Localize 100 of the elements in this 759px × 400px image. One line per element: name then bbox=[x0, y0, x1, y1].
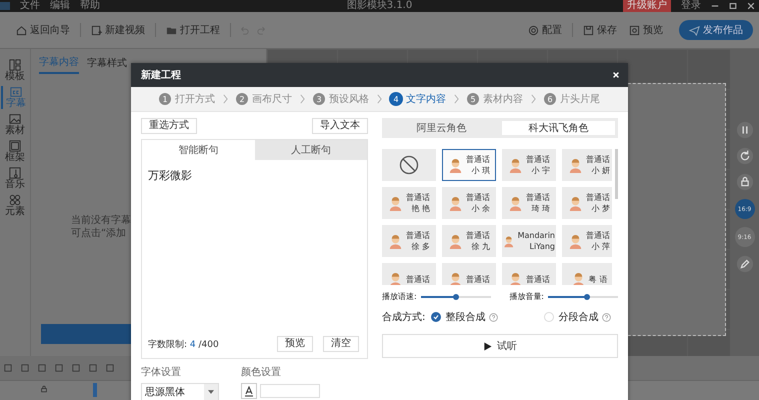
avatar-icon bbox=[448, 196, 463, 210]
step-number[interactable]: 5 bbox=[467, 93, 479, 105]
voice-option[interactable]: 普通话 艳 艳 bbox=[382, 187, 436, 219]
voice-option[interactable]: 普通话 小 宇 bbox=[502, 149, 556, 181]
color-field[interactable] bbox=[260, 384, 320, 398]
voice-option[interactable]: Mandarin LiYang bbox=[502, 225, 556, 257]
preview-icon bbox=[629, 24, 640, 36]
timeline-tool-icon[interactable] bbox=[89, 364, 97, 372]
pencil-icon[interactable] bbox=[736, 255, 754, 273]
toolbar-button[interactable]: 新建视频 bbox=[89, 21, 147, 39]
timeline-tool-icon[interactable] bbox=[38, 364, 46, 372]
help-icon[interactable] bbox=[489, 312, 498, 322]
slider-label: 播放语速: bbox=[382, 291, 417, 302]
wizard-step[interactable]: 预设风格 bbox=[329, 92, 369, 106]
voice-option[interactable]: 普通话 琦 琦 bbox=[502, 187, 556, 219]
close-icon[interactable] bbox=[747, 2, 755, 10]
voice-option[interactable]: 普通话 bbox=[442, 263, 496, 285]
sidebar-item[interactable]: 框架 bbox=[1, 140, 29, 163]
voice-option[interactable]: 普通话 小 萍 bbox=[562, 225, 612, 257]
voice-language: 普通话 bbox=[466, 274, 490, 284]
voice-language: 普通话 bbox=[406, 274, 430, 284]
voice-name: 小 余 bbox=[471, 203, 490, 214]
layout-icon bbox=[9, 59, 21, 71]
step-number[interactable]: 1 bbox=[159, 93, 171, 105]
synthesis-option[interactable]: 整段合成 bbox=[445, 310, 486, 324]
wizard-step[interactable]: 打开方式 bbox=[175, 92, 215, 106]
voice-name: 徐 九 bbox=[471, 241, 490, 252]
font-color-icon[interactable] bbox=[241, 383, 257, 399]
refresh-icon[interactable] bbox=[736, 147, 754, 165]
toolbar-button[interactable]: 打开工程 bbox=[164, 21, 222, 39]
clear-button[interactable]: 清空 bbox=[323, 336, 359, 352]
menu-item[interactable]: 编辑 bbox=[50, 0, 70, 12]
sidebar-item[interactable]: 模板 bbox=[1, 59, 29, 82]
voice-provider-tab[interactable]: 科大讯飞角色 bbox=[502, 121, 615, 135]
sidebar-item[interactable]: 音乐 bbox=[1, 167, 29, 190]
voice-option[interactable]: 普通话 小 琪 bbox=[442, 149, 496, 181]
synthesis-option[interactable]: 分段合成 bbox=[558, 310, 598, 324]
window-title: 图影模块3.1.0 bbox=[346, 0, 412, 12]
timeline-tool-icon[interactable] bbox=[106, 364, 114, 372]
step-number[interactable]: 6 bbox=[544, 93, 556, 105]
voice-provider-tab[interactable]: 阿里云角色 bbox=[385, 121, 498, 135]
voice-language: 普通话 bbox=[466, 230, 490, 241]
listen-button[interactable]: 试听 bbox=[382, 334, 618, 358]
lock-icon[interactable] bbox=[40, 385, 48, 393]
wizard-step[interactable]: 文字内容 bbox=[406, 92, 446, 106]
voice-language: 普通话 bbox=[526, 154, 550, 165]
help-icon[interactable] bbox=[602, 312, 612, 322]
caption-icon bbox=[10, 86, 22, 98]
slider-thumb[interactable] bbox=[452, 294, 459, 300]
voice-option[interactable]: 普通话 小 余 bbox=[442, 187, 496, 219]
toolbar-button[interactable]: 预览 bbox=[627, 21, 665, 39]
maximize-icon[interactable] bbox=[729, 2, 737, 10]
import-text-button[interactable]: 导入文本 bbox=[312, 118, 368, 134]
toolbar-button[interactable]: 配置 bbox=[526, 21, 564, 39]
step-number[interactable]: 2 bbox=[236, 93, 248, 105]
voice-option[interactable]: 普通话 小 妍 bbox=[562, 149, 612, 181]
lock-icon[interactable] bbox=[736, 173, 754, 191]
empty-message: 可点击“添加 bbox=[71, 227, 128, 240]
voice-option[interactable]: 粤 语 bbox=[562, 263, 612, 285]
voice-language: 普通话 bbox=[406, 230, 430, 241]
wizard-step[interactable]: 片头片尾 bbox=[560, 92, 600, 106]
toolbar-button[interactable]: 保存 bbox=[581, 21, 619, 39]
wizard-step[interactable]: 画布尺寸 bbox=[252, 92, 292, 106]
caret-icon bbox=[208, 390, 214, 394]
panel-tab[interactable]: 字幕样式 bbox=[87, 53, 127, 74]
pause-icon[interactable] bbox=[736, 121, 754, 139]
menu-item[interactable]: 帮助 bbox=[80, 0, 100, 12]
synthesis-label: 合成方式: bbox=[382, 310, 426, 324]
sidebar-item[interactable]: 元素 bbox=[1, 194, 29, 217]
sidebar-item[interactable]: 素材 bbox=[1, 113, 29, 136]
voice-option[interactable]: 普通话 徐 九 bbox=[442, 225, 496, 257]
toolbar-button[interactable]: 返回向导 bbox=[14, 21, 72, 39]
voice-language: Mandarin bbox=[518, 230, 555, 241]
timeline-tool-icon[interactable] bbox=[55, 364, 63, 372]
step-number[interactable]: 4 bbox=[390, 93, 402, 105]
preview-button[interactable]: 预览 bbox=[277, 336, 313, 352]
avatar-icon bbox=[448, 158, 463, 172]
radio-button[interactable] bbox=[431, 312, 442, 322]
login-link[interactable]: 登录 bbox=[681, 0, 701, 12]
timeline-tool-icon[interactable] bbox=[72, 364, 80, 372]
voice-option[interactable]: 普通话 bbox=[502, 263, 556, 285]
text-mode-tab[interactable]: 人工断句 bbox=[254, 140, 367, 160]
timeline-tool-icon[interactable] bbox=[4, 364, 12, 372]
voice-option[interactable]: 普通话 徐 多 bbox=[382, 225, 436, 257]
wizard-step[interactable]: 素材内容 bbox=[483, 92, 523, 106]
publish-button[interactable]: 发布作品 bbox=[679, 20, 753, 40]
check-icon bbox=[432, 313, 440, 321]
step-number[interactable]: 3 bbox=[313, 93, 325, 105]
voice-option[interactable]: 普通话 bbox=[382, 263, 436, 285]
voice-language: 粤 语 bbox=[588, 274, 608, 284]
timeline-tool-icon[interactable] bbox=[21, 364, 29, 372]
slider-thumb[interactable] bbox=[584, 294, 590, 300]
avatar-icon bbox=[388, 234, 403, 248]
reselect-button[interactable]: 重选方式 bbox=[141, 118, 197, 134]
no-voice-option[interactable] bbox=[382, 149, 436, 181]
voice-name: 徐 多 bbox=[411, 241, 430, 252]
font-select[interactable]: 思源黑体 bbox=[141, 383, 219, 400]
voice-option[interactable]: 普通话 小 梦 bbox=[562, 187, 612, 219]
text-input[interactable]: 万彩微影 bbox=[142, 160, 367, 336]
scrollbar[interactable] bbox=[615, 149, 618, 199]
